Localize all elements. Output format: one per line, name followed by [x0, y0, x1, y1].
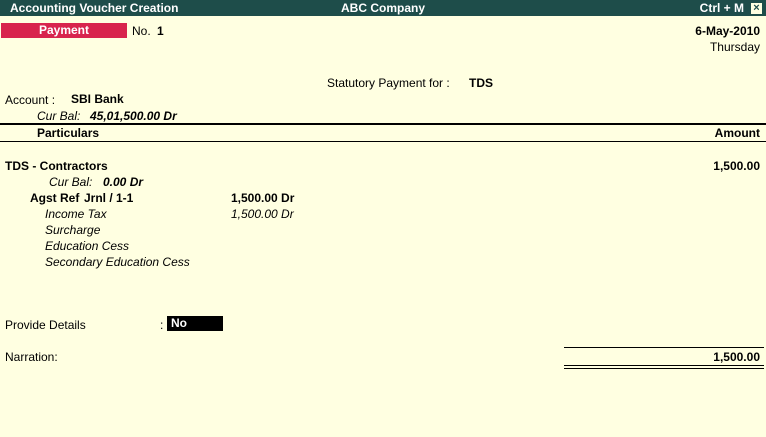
ledger-curbal-label: Cur Bal:	[49, 175, 93, 189]
total-amount: 1,500.00	[713, 350, 760, 364]
bill-ref-name[interactable]: Jrnl / 1-1	[84, 191, 133, 205]
provide-details-label: Provide Details	[5, 318, 86, 332]
total-top-rule	[564, 347, 764, 348]
account-value[interactable]: SBI Bank	[71, 92, 124, 106]
title-bar: Accounting Voucher Creation ABC Company …	[0, 0, 766, 16]
narration-label[interactable]: Narration:	[5, 350, 58, 364]
voucher-date[interactable]: 6-May-2010	[695, 24, 760, 38]
voucher-no-value[interactable]: 1	[157, 24, 164, 38]
account-curbal-value: 45,01,500.00 Dr	[90, 109, 177, 123]
ledger-curbal-value: 0.00 Dr	[103, 175, 144, 189]
voucher-day: Thursday	[709, 40, 760, 54]
total-double-rule-1	[564, 365, 764, 366]
statutory-label: Statutory Payment for :	[327, 76, 450, 90]
duty-head-name[interactable]: Education Cess	[45, 239, 129, 253]
col-amount: Amount	[714, 126, 760, 140]
duty-head-name[interactable]: Income Tax	[45, 207, 107, 221]
close-icon[interactable]: ×	[750, 2, 763, 15]
bill-ref-amount[interactable]: 1,500.00 Dr	[231, 191, 294, 205]
account-label: Account :	[5, 93, 56, 107]
shortcut-hint: Ctrl + M	[699, 1, 744, 15]
company-name: ABC Company	[340, 1, 425, 15]
ledger-amount[interactable]: 1,500.00	[713, 159, 760, 173]
header-top-rule	[0, 123, 766, 125]
ledger-name[interactable]: TDS - Contractors	[5, 159, 108, 173]
voucher-type[interactable]: Payment	[1, 23, 127, 38]
bill-ref-type[interactable]: Agst Ref	[30, 191, 79, 205]
provide-details-field[interactable]: No	[167, 316, 223, 331]
header-bottom-rule	[0, 141, 766, 142]
duty-head-name[interactable]: Surcharge	[45, 223, 100, 237]
duty-head-name[interactable]: Secondary Education Cess	[45, 255, 190, 269]
total-double-rule-2	[564, 368, 764, 369]
provide-details-colon: :	[160, 318, 164, 332]
statutory-value[interactable]: TDS	[469, 76, 493, 90]
voucher-no-label: No.	[132, 24, 151, 38]
account-curbal-label: Cur Bal:	[37, 109, 81, 123]
duty-head-amount[interactable]: 1,500.00 Dr	[231, 207, 294, 221]
col-particulars: Particulars	[37, 126, 100, 140]
